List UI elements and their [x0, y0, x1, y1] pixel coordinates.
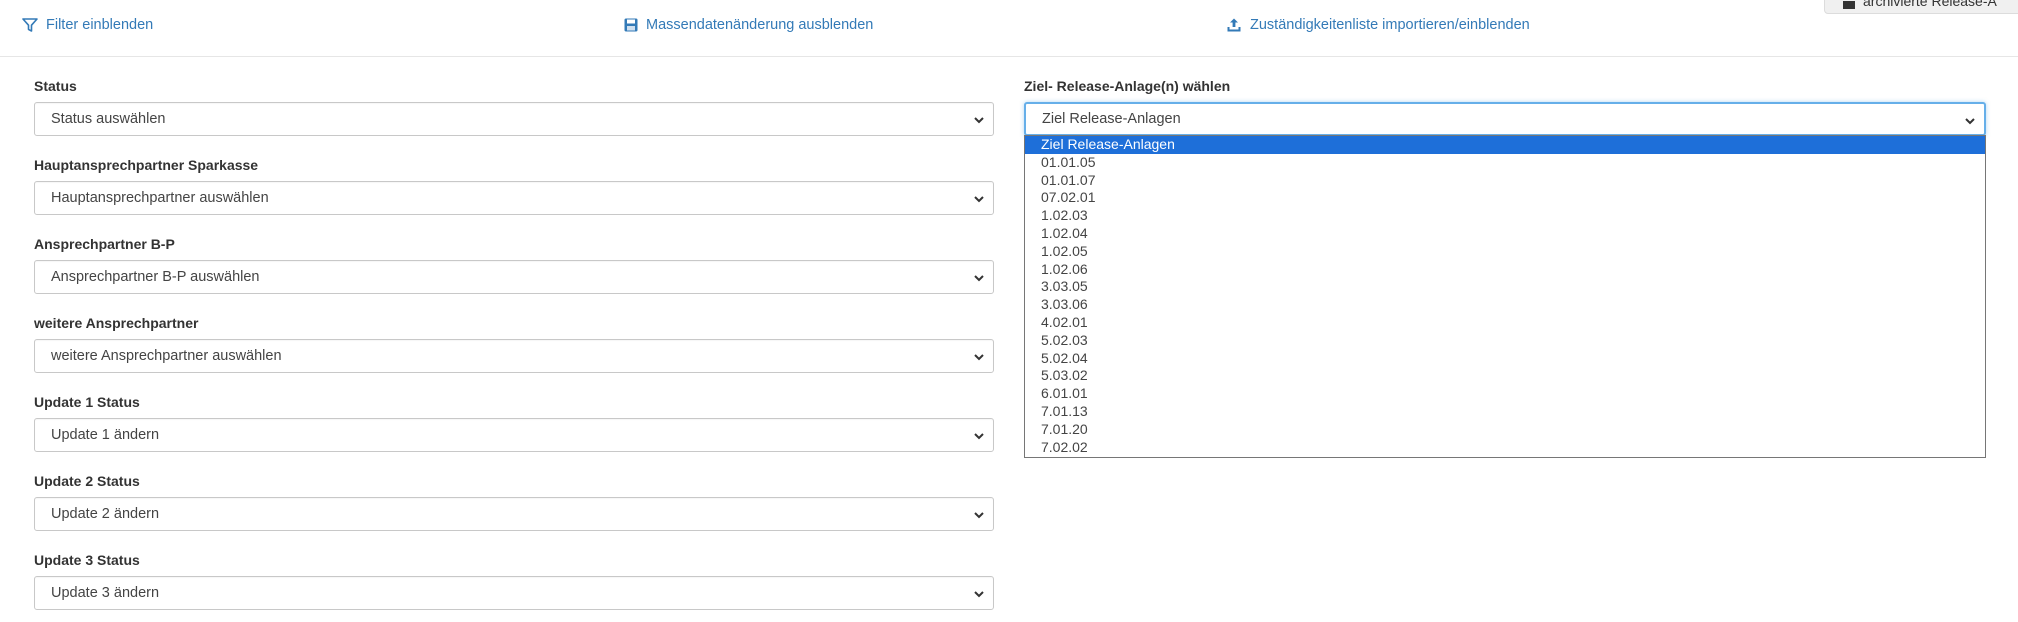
chevron-down-icon	[974, 512, 984, 519]
chevron-down-icon	[974, 433, 984, 440]
dropdown-option[interactable]: 01.01.07	[1025, 172, 1985, 190]
update1-status-select[interactable]: Update 1 ändern	[34, 418, 994, 452]
main-contact-label: Hauptansprechpartner Sparkasse	[34, 157, 259, 173]
target-release-label: Ziel- Release-Anlage(n) wählen	[1024, 78, 1231, 94]
dropdown-option[interactable]: 3.03.05	[1025, 278, 1985, 296]
dropdown-option[interactable]: 3.03.06	[1025, 296, 1985, 314]
chevron-down-icon	[974, 275, 984, 282]
update3-status-select[interactable]: Update 3 ändern	[34, 576, 994, 610]
contact-bp-select-value: Ansprechpartner B-P auswählen	[51, 269, 260, 285]
dropdown-option[interactable]: 1.02.06	[1025, 261, 1985, 279]
import-responsibilities-label: Zuständigkeitenliste importieren/einblen…	[1250, 17, 1530, 33]
contact-bp-label: Ansprechpartner B-P	[34, 236, 175, 252]
chevron-down-icon	[1965, 118, 1975, 125]
dropdown-option[interactable]: 1.02.04	[1025, 225, 1985, 243]
status-select[interactable]: Status auswählen	[34, 102, 994, 136]
further-contacts-label: weitere Ansprechpartner	[34, 315, 199, 331]
target-release-select[interactable]: Ziel Release-Anlagen	[1024, 102, 1986, 136]
update3-status-label: Update 3 Status	[34, 552, 140, 568]
update2-status-select[interactable]: Update 2 ändern	[34, 497, 994, 531]
dropdown-option[interactable]: Ziel Release-Anlagen	[1025, 136, 1985, 154]
update2-status-label: Update 2 Status	[34, 473, 140, 489]
archive-icon	[1843, 1, 1855, 9]
import-responsibilities-link[interactable]: Zuständigkeitenliste importieren/einblen…	[1226, 14, 1530, 36]
hide-mass-change-link[interactable]: Massendatenänderung ausblenden	[624, 14, 873, 36]
chevron-down-icon	[974, 354, 984, 361]
dropdown-option[interactable]: 5.02.03	[1025, 332, 1985, 350]
update1-status-label: Update 1 Status	[34, 394, 140, 410]
save-icon	[624, 18, 638, 32]
filter-icon	[22, 17, 38, 33]
target-release-select-value: Ziel Release-Anlagen	[1042, 111, 1181, 127]
chevron-down-icon	[974, 591, 984, 598]
main-contact-select[interactable]: Hauptansprechpartner auswählen	[34, 181, 994, 215]
contact-bp-select[interactable]: Ansprechpartner B-P auswählen	[34, 260, 994, 294]
further-contacts-select[interactable]: weitere Ansprechpartner auswählen	[34, 339, 994, 373]
show-filter-label: Filter einblenden	[46, 17, 154, 33]
status-label: Status	[34, 78, 77, 94]
show-filter-link[interactable]: Filter einblenden	[22, 14, 153, 36]
dropdown-option[interactable]: 5.02.04	[1025, 350, 1985, 368]
update1-status-select-value: Update 1 ändern	[51, 427, 160, 443]
chevron-down-icon	[974, 117, 984, 124]
main-contact-select-value: Hauptansprechpartner auswählen	[51, 190, 269, 206]
chevron-down-icon	[974, 196, 984, 203]
dropdown-option[interactable]: 6.01.01	[1025, 385, 1985, 403]
dropdown-option[interactable]: 1.02.03	[1025, 207, 1985, 225]
dropdown-option[interactable]: 4.02.01	[1025, 314, 1985, 332]
dropdown-option[interactable]: 7.02.02	[1025, 439, 1985, 457]
dropdown-option[interactable]: 01.01.05	[1025, 154, 1985, 172]
archived-releases-label: archivierte Release-A	[1863, 0, 1997, 9]
dropdown-option[interactable]: 7.01.20	[1025, 421, 1985, 439]
status-select-value: Status auswählen	[51, 111, 166, 127]
further-contacts-select-value: weitere Ansprechpartner auswählen	[51, 348, 282, 364]
dropdown-option[interactable]: 7.01.13	[1025, 403, 1985, 421]
archived-releases-button[interactable]: archivierte Release-A	[1824, 0, 2018, 14]
hide-mass-change-label: Massendatenänderung ausblenden	[646, 17, 874, 33]
update2-status-select-value: Update 2 ändern	[51, 506, 160, 522]
update3-status-select-value: Update 3 ändern	[51, 585, 160, 601]
action-toolbar: Filter einblenden Massendatenänderung au…	[0, 0, 2018, 57]
dropdown-option[interactable]: 07.02.01	[1025, 189, 1985, 207]
upload-icon	[1226, 17, 1242, 33]
target-release-dropdown-list: Ziel Release-Anlagen 01.01.05 01.01.07 0…	[1024, 135, 1986, 458]
mass-data-page: Filter einblenden Massendatenänderung au…	[0, 0, 2018, 622]
dropdown-option[interactable]: 1.02.05	[1025, 243, 1985, 261]
dropdown-option[interactable]: 5.03.02	[1025, 367, 1985, 385]
